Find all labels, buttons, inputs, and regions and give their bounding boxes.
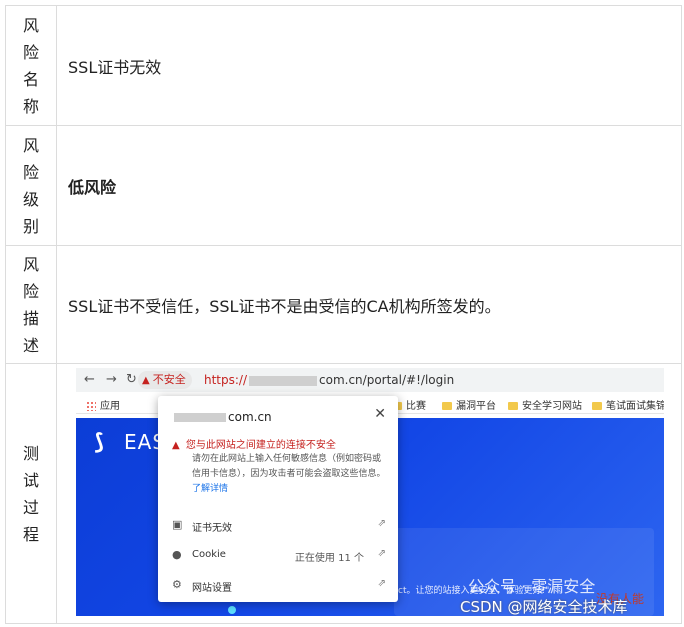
browser-screenshot: ← → ↻ ▲ 不安全 https://com.cn/portal/#!/logi…: [76, 368, 664, 616]
url-text: https://com.cn/portal/#!/login: [204, 373, 455, 387]
bookmark-apps: 应用: [86, 397, 120, 412]
cookie-icon: ●: [172, 548, 182, 561]
reload-icon: ↻: [126, 372, 137, 387]
address-bar: ← → ↻ ▲ 不安全 https://com.cn/portal/#!/logi…: [76, 368, 664, 392]
popup-item-site-settings: ⚙ 网站设置 ⇗: [172, 578, 386, 594]
folder-icon: [508, 402, 518, 410]
warning-triangle-icon: ▲: [172, 440, 180, 451]
bookmark-item: 漏洞平台: [442, 397, 496, 412]
table-row: 风 险 级 别 低风险: [5, 125, 682, 246]
folder-icon: [592, 402, 602, 410]
bookmark-item: 安全学习网站: [508, 397, 582, 412]
risk-name-value: SSL证书无效: [56, 5, 682, 126]
row-label-risk-level: 风 险 级 别: [5, 125, 57, 246]
apps-grid-icon: [86, 401, 96, 411]
test-process-cell: ← → ↻ ▲ 不安全 https://com.cn/portal/#!/logi…: [56, 363, 682, 624]
risk-report-table: 风 险 名 称 SSL证书无效 风 险 级 别 低风险 风 险 描 述 SSL证…: [5, 5, 682, 624]
learn-more-link: 了解详情: [192, 484, 229, 494]
external-link-icon: ⇗: [377, 578, 386, 589]
popup-item-cookie: ● Cookie 正在使用 11 个 ⇗: [172, 548, 386, 564]
risk-level-value: 低风险: [56, 125, 682, 246]
site-info-popup: com.cn ✕ ▲ 您与此网站之间建立的连接不安全 请勿在此网站上输入任何敏感…: [158, 396, 398, 602]
watermark-public-account: 公众号 · 零漏安全: [468, 577, 596, 596]
row-label-risk-description: 风 险 描 述: [5, 245, 57, 364]
glow-dot: [228, 606, 236, 614]
external-link-icon: ⇗: [377, 548, 386, 559]
not-secure-badge: ▲ 不安全: [138, 371, 192, 389]
popup-domain: com.cn: [172, 410, 272, 424]
row-label-risk-name: 风 险 名 称: [5, 5, 57, 126]
popup-warning: ▲ 您与此网站之间建立的连接不安全: [172, 440, 336, 451]
logo-icon: ⟆: [94, 430, 105, 455]
forward-arrow-icon: →: [106, 372, 117, 387]
gear-icon: ⚙: [172, 578, 182, 591]
risk-description-value: SSL证书不受信任，SSL证书不是由受信的CA机构所签发的。: [56, 245, 682, 364]
table-row: 风 险 描 述 SSL证书不受信任，SSL证书不是由受信的CA机构所签发的。: [5, 245, 682, 364]
warning-triangle-icon: ▲: [142, 375, 150, 386]
redacted-domain: [174, 413, 226, 422]
external-link-icon: ⇗: [377, 518, 386, 529]
table-row: 测 试 过 程 ← → ↻ ▲ 不安全 https://com.cn/portal…: [5, 363, 682, 624]
back-arrow-icon: ←: [84, 372, 95, 387]
table-row: 风 险 名 称 SSL证书无效: [5, 5, 682, 126]
close-icon: ✕: [374, 406, 386, 422]
folder-icon: [442, 402, 452, 410]
redacted-domain: [249, 375, 318, 386]
row-label-test-process: 测 试 过 程: [5, 363, 57, 624]
watermark-csdn: CSDN @网络安全技术库: [460, 598, 628, 616]
popup-description: 请勿在此网站上输入任何敏感信息（例如密码或信用卡信息），因为攻击者可能会盗取这些…: [192, 454, 386, 494]
popup-item-certificate: ▣ 证书无效 ⇗: [172, 518, 386, 534]
bookmark-item: 笔试面试集锦: [592, 397, 664, 412]
certificate-icon: ▣: [172, 518, 183, 531]
